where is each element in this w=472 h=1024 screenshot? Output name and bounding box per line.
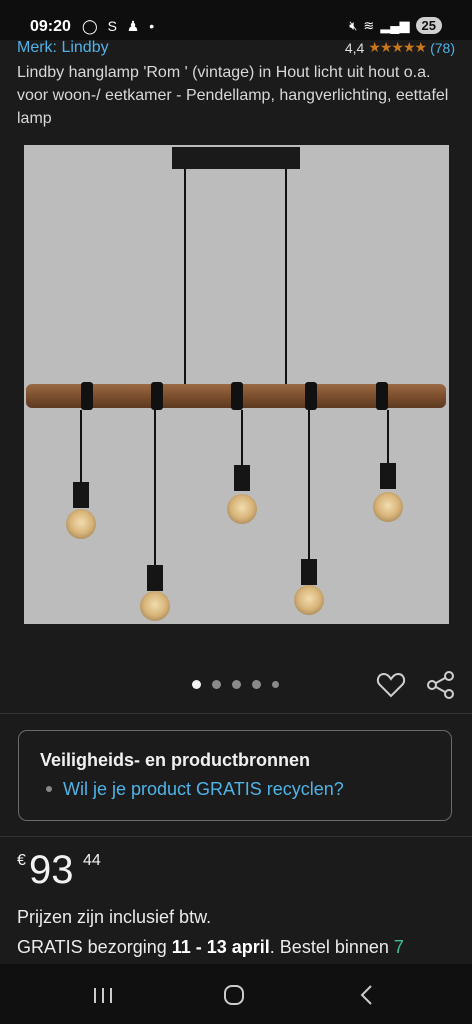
status-bar: 09:20 ◯ S ♟ • 🔇︎ ≋ ▂▄▆ 25	[0, 0, 472, 40]
home-icon	[224, 985, 244, 1005]
battery-indicator: 25	[415, 17, 442, 34]
share-button[interactable]	[426, 670, 456, 700]
status-right: 🔇︎ ≋ ▂▄▆ 25	[349, 17, 442, 34]
price-currency: €	[17, 852, 26, 869]
carousel-dot[interactable]	[212, 680, 221, 689]
divider	[0, 836, 472, 837]
pendant-lamp-illustration	[26, 147, 446, 621]
more-dot-icon: •	[149, 18, 155, 34]
heart-icon	[376, 672, 406, 698]
s-app-icon: S	[107, 18, 117, 34]
tax-note: Prijzen zijn inclusief btw.	[17, 907, 212, 927]
star-rating-icon: ★★★★★	[368, 39, 427, 55]
product-title: Lindby hanglamp 'Rom ' (vintage) in Hout…	[17, 64, 449, 127]
carousel-dot[interactable]	[252, 680, 261, 689]
signal-icon: ▂▄▆	[380, 17, 410, 33]
safety-title: Veiligheids- en productbronnen	[40, 750, 311, 770]
back-icon	[360, 985, 372, 1005]
recent-apps-icon	[94, 988, 112, 1003]
system-nav-bar	[0, 964, 472, 1024]
share-icon	[427, 671, 454, 699]
delivery-countdown: 7	[393, 937, 404, 957]
wifi-icon: ≋	[363, 17, 375, 33]
mute-icon: 🔇︎	[349, 17, 358, 33]
price-whole: 93	[29, 848, 74, 892]
snapchat-icon: ♟	[126, 18, 140, 34]
status-time: 09:20	[30, 18, 71, 35]
notification-icons: ◯ S ♟ •	[82, 18, 160, 35]
home-button[interactable]	[219, 980, 249, 1010]
whatsapp-icon: ◯	[82, 18, 98, 34]
divider	[0, 713, 472, 714]
rating-count[interactable]: (78)	[430, 40, 455, 56]
carousel-dots[interactable]	[192, 680, 279, 689]
brand-link[interactable]: Merk: Lindby	[17, 39, 109, 57]
wishlist-button[interactable]	[376, 670, 406, 700]
rating[interactable]: 4,4 ★★★★★ (78)	[345, 39, 455, 56]
delivery-suffix: . Bestel binnen	[269, 937, 394, 957]
rating-value: 4,4	[344, 39, 365, 56]
back-button[interactable]	[352, 980, 382, 1010]
recycle-link[interactable]: Wil je je product GRATIS recyclen?	[63, 779, 344, 800]
delivery-dates: 11 - 13 april	[171, 937, 270, 957]
product-image[interactable]	[24, 145, 449, 624]
bullet-icon	[46, 786, 52, 792]
carousel-dot[interactable]	[232, 680, 241, 689]
price-fraction: 44	[83, 852, 101, 869]
recent-apps-button[interactable]	[88, 980, 118, 1010]
delivery-prefix: GRATIS bezorging	[17, 937, 172, 957]
brand-row: Merk: Lindby 4,4 ★★★★★ (78)	[17, 39, 455, 57]
delivery-info: GRATIS bezorging 11 - 13 april. Bestel b…	[17, 937, 404, 958]
carousel-dot[interactable]	[272, 681, 279, 688]
carousel-dot[interactable]	[192, 680, 201, 689]
safety-resources-card[interactable]: Veiligheids- en productbronnen Wil je je…	[18, 730, 452, 821]
